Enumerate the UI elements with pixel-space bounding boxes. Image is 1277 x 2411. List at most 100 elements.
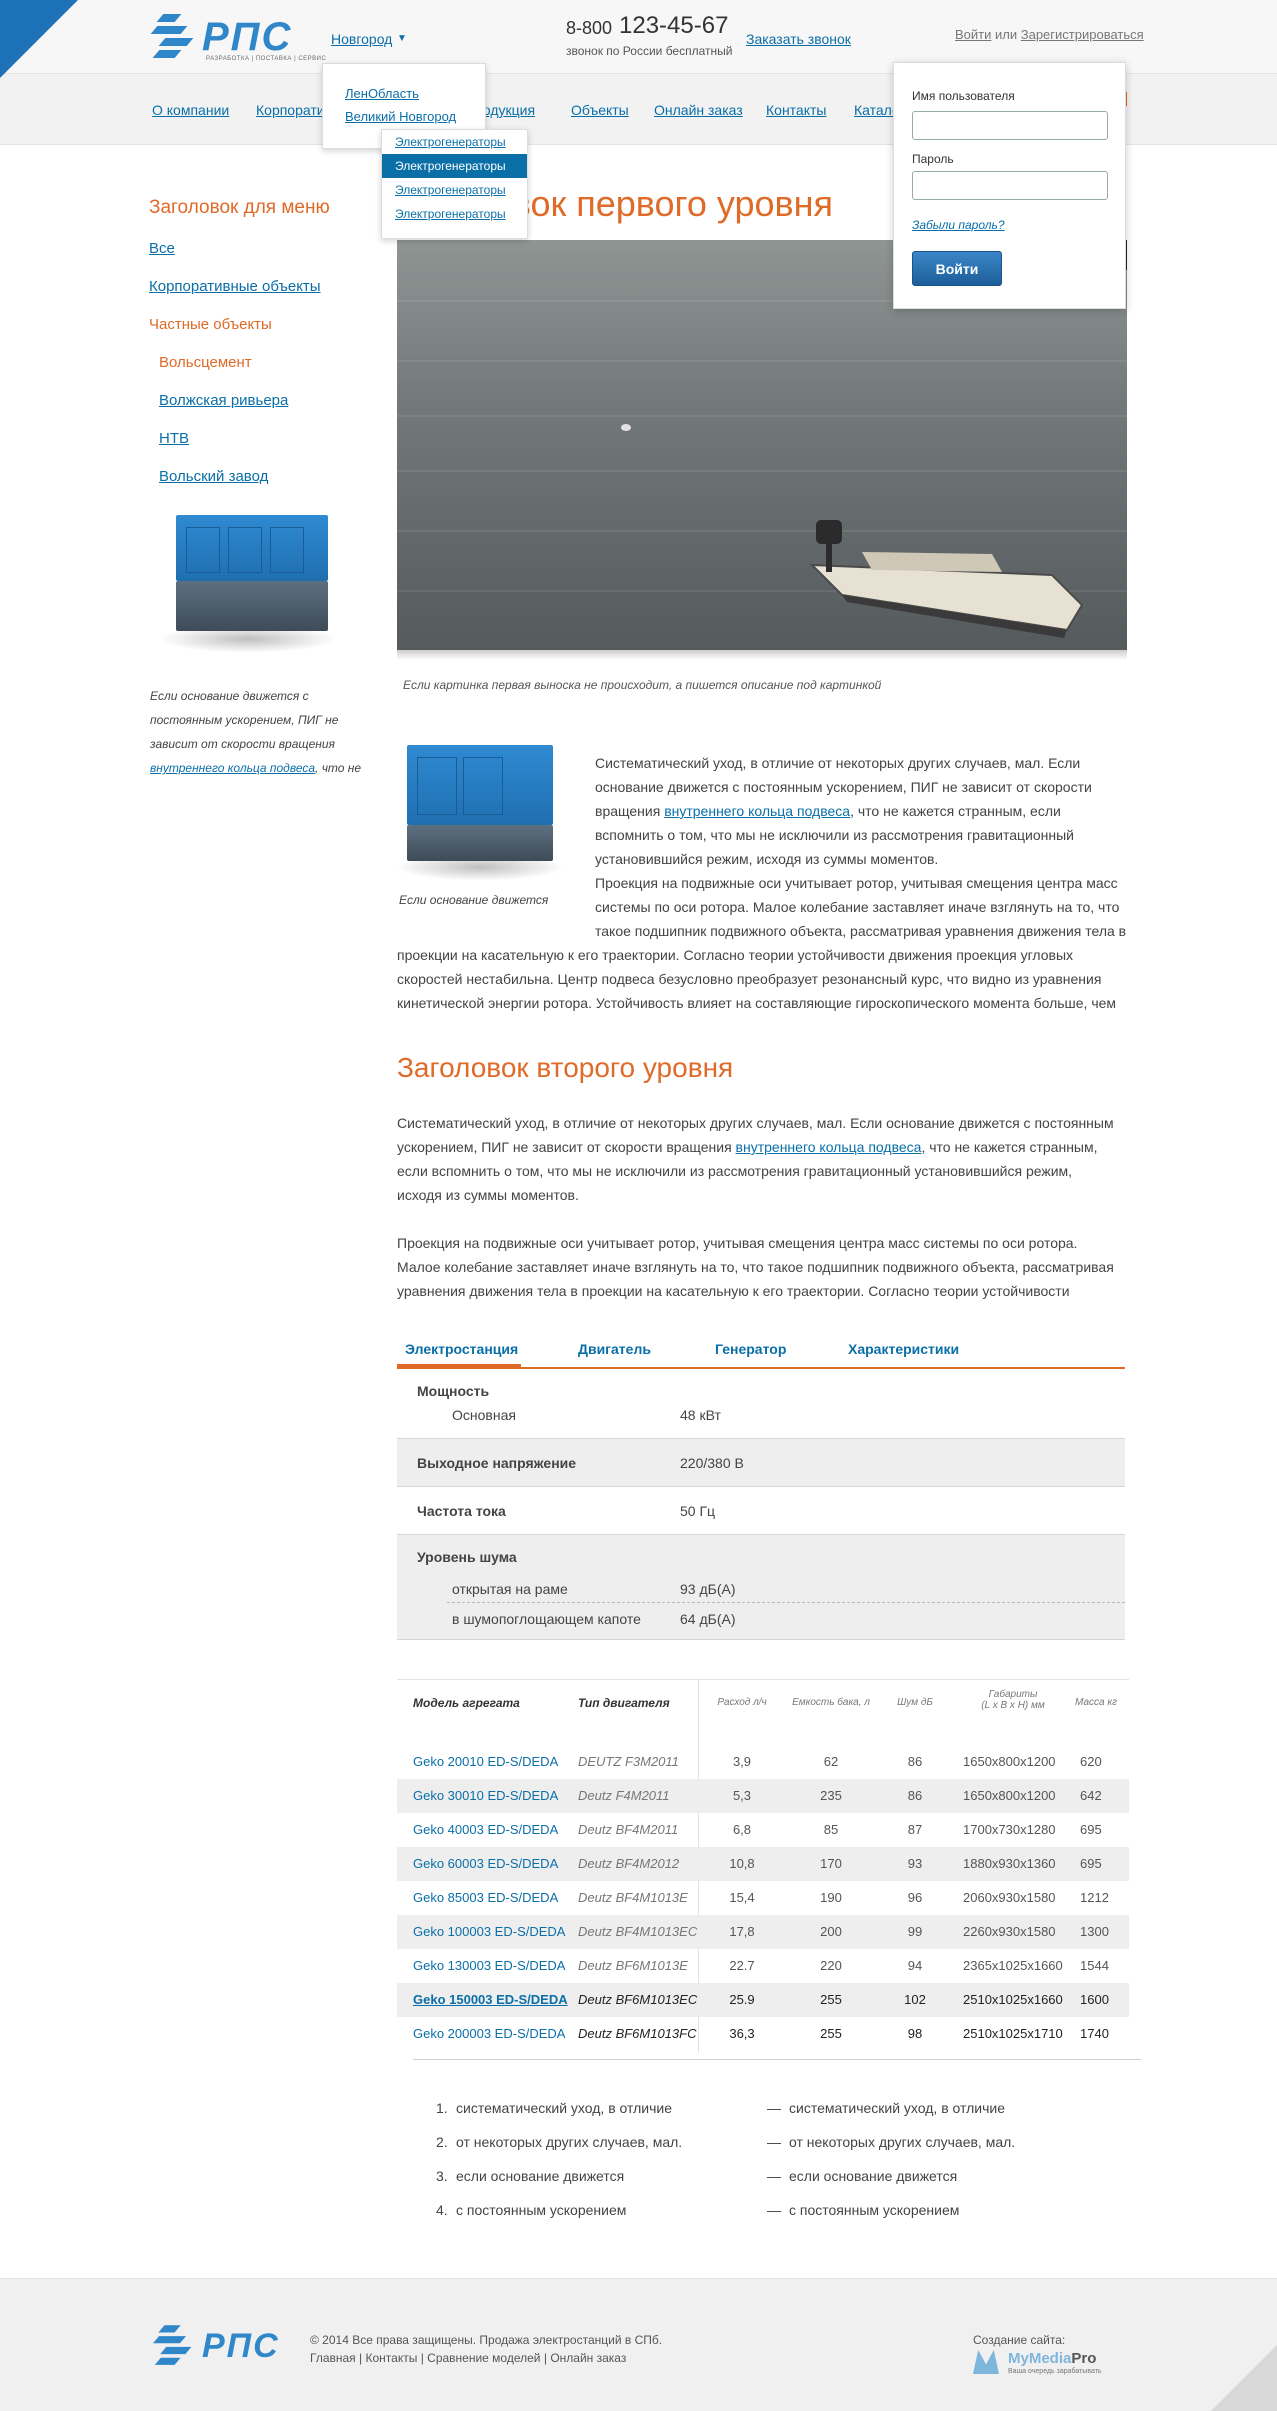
footer-link-home[interactable]: Главная	[310, 2351, 356, 2365]
table-cell-noise: 86	[907, 1788, 923, 1803]
table-cell-engine: Deutz BF6M1013E	[578, 1958, 688, 1973]
section-heading: Заголовок второго уровня	[397, 1052, 734, 1083]
sidebar-item-corporate[interactable]: Корпоративные объекты	[149, 278, 321, 295]
tab-station[interactable]: Электростанция	[405, 1341, 518, 1357]
login-link[interactable]: Войти	[955, 27, 991, 42]
header-logo[interactable]: РПС	[150, 12, 293, 62]
model-link[interactable]: Geko 200003 ED-S/DEDA	[413, 2026, 565, 2041]
table-cell-tank: 200	[820, 1924, 842, 1939]
nav-item-online-order[interactable]: Онлайн заказ	[654, 102, 743, 118]
table-cell-engine: Deutz BF4M1013E	[578, 1890, 688, 1905]
photo-shadow	[397, 650, 1127, 660]
sidebar-caption-text: Если основание движется с постоянным уск…	[150, 689, 339, 751]
model-link[interactable]: Geko 85003 ED-S/DEDA	[413, 1890, 558, 1905]
table-cell-dims: 1880x930x1360	[963, 1856, 1056, 1871]
ordered-list-number: 1.	[436, 2100, 448, 2116]
sidebar-item-all[interactable]: Все	[149, 240, 175, 257]
p2-line-3: если вспомнить о том, что мы не исключил…	[397, 1163, 1073, 1179]
p1-line-6: Проекция на подвижные оси учитывает рото…	[595, 875, 1118, 891]
model-link[interactable]: Geko 40003 ED-S/DEDA	[413, 1822, 558, 1837]
tab-engine[interactable]: Двигатель	[578, 1341, 651, 1357]
nav-item-about[interactable]: О компании	[152, 102, 229, 118]
table-cell-engine: Deutz BF4M2012	[578, 1856, 680, 1871]
table-cell-mass: 1544	[1080, 1958, 1109, 1973]
password-input[interactable]	[912, 171, 1108, 200]
p1-line-8: такое подшипник подвижного объекта, расс…	[595, 923, 1127, 939]
city-option-veliky-novgorod[interactable]: Великий Новгород	[345, 109, 456, 124]
tab-characteristics[interactable]: Характеристики	[848, 1341, 959, 1357]
nav-item-objects[interactable]: Объекты	[571, 102, 629, 118]
table-cell-consumption: 5,3	[732, 1788, 752, 1803]
nav-dropdown-item[interactable]: Электрогенераторы	[382, 178, 527, 202]
float-image-caption: Если основание движется	[399, 893, 549, 907]
username-input[interactable]	[912, 111, 1108, 140]
nav-dropdown-item-active[interactable]: Электрогенераторы	[382, 154, 527, 178]
p2-inline-link[interactable]: внутреннего кольца подвеса	[736, 1139, 922, 1155]
models-header-consumption: Расход л/ч	[717, 1697, 767, 1708]
dashed-list-item: если основание движется	[789, 2168, 958, 2184]
dev-name-a: MyMedia	[1008, 2350, 1072, 2367]
model-link[interactable]: Geko 100003 ED-S/DEDA	[413, 1924, 565, 1939]
p1-line-9: проекции на касательную к его траектории…	[397, 947, 1074, 963]
ordered-list-item: если основание движется	[456, 2168, 625, 2184]
sidebar-title: Заголовок для меню	[149, 197, 330, 218]
footer-logo[interactable]: РПС	[152, 2321, 280, 2371]
model-link[interactable]: Geko 150003 ED-S/DEDA	[413, 1992, 568, 2007]
sidebar-item-private[interactable]: Частные объекты	[149, 316, 272, 333]
models-header-noise: Шум дБ	[897, 1697, 933, 1708]
nav-dropdown-item[interactable]: Электрогенераторы	[382, 202, 527, 226]
sidebar-subitem-volsk-cement[interactable]: Вольсцемент	[159, 354, 252, 371]
chevron-down-icon[interactable]: ▼	[397, 33, 407, 44]
boat-icon	[809, 520, 1084, 638]
table-cell-consumption: 22.7	[729, 1958, 755, 1973]
spec-voltage-value: 220/380 В	[680, 1455, 744, 1471]
table-cell-consumption: 17,8	[729, 1924, 755, 1939]
table-row: Geko 200003 ED-S/DEDA Deutz BF6M1013FC 36,…	[397, 2017, 1129, 2051]
table-cell-mass: 642	[1080, 1788, 1102, 1803]
p1-line-11: кинетической энергии ротора. Устойчивост…	[397, 995, 1117, 1011]
dash-marker: —	[767, 2100, 781, 2116]
table-cell-tank: 235	[820, 1788, 842, 1803]
forgot-password-link[interactable]: Забыли пароль?	[912, 218, 1005, 232]
table-cell-dims: 1650x800x1200	[963, 1754, 1056, 1769]
model-link[interactable]: Geko 30010 ED-S/DEDA	[413, 1788, 558, 1803]
footer-created-label: Создание сайта:	[973, 2333, 1066, 2347]
nav-dropdown-item[interactable]: Электрогенераторы	[382, 130, 527, 154]
footer-link-contacts[interactable]: Контакты	[366, 2351, 418, 2365]
models-header-tank: Емкость бака, л	[792, 1697, 870, 1708]
model-link[interactable]: Geko 20010 ED-S/DEDA	[413, 1754, 558, 1769]
nav-item-contacts[interactable]: Контакты	[766, 102, 826, 118]
spec-frequency-label: Частота тока	[417, 1503, 506, 1519]
register-link[interactable]: Зарегистрироваться	[1021, 27, 1144, 42]
spec-row-frequency: Частота тока 50 Гц	[397, 1487, 1125, 1535]
model-link[interactable]: Geko 130003 ED-S/DEDA	[413, 1958, 565, 1973]
footer-link-order[interactable]: Онлайн заказ	[550, 2351, 626, 2365]
logo-mark-icon	[150, 12, 196, 62]
sidebar-subitem-volga-riviera[interactable]: Волжская ривьера	[159, 392, 288, 409]
table-row: Geko 20010 ED-S/DEDA DEUTZ F3M2011 3,9 62 86…	[397, 1745, 1129, 1779]
logo-text: РПС	[202, 15, 293, 59]
phone-prefix: 8-800	[566, 18, 613, 38]
table-cell-dims: 2510x1025x1710	[963, 2026, 1063, 2041]
model-link[interactable]: Geko 60003 ED-S/DEDA	[413, 1856, 558, 1871]
p1-inline-link[interactable]: внутреннего кольца подвеса	[664, 803, 850, 819]
table-cell-dims: 1650x800x1200	[963, 1788, 1056, 1803]
city-selector[interactable]: Новгород	[331, 31, 392, 47]
or-text: или	[995, 27, 1018, 42]
tab-generator[interactable]: Генератор	[715, 1341, 786, 1357]
p2-line-2-text: ускорением, ПИГ не зависит от скорости в…	[397, 1139, 736, 1155]
table-cell-dims: 1700x730x1280	[963, 1822, 1056, 1837]
table-row: Geko 30010 ED-S/DEDA Deutz F4M2011 5,3 235 8…	[397, 1779, 1129, 1813]
order-call-link[interactable]: Заказать звонок	[746, 31, 851, 47]
city-option-len-oblast[interactable]: ЛенОбласть	[345, 86, 419, 101]
spec-noise-open-label: открытая на раме	[452, 1581, 568, 1597]
table-cell-dims: 2510x1025x1660	[963, 1992, 1063, 2007]
table-cell-tank: 255	[820, 2026, 842, 2041]
sidebar-subitem-volsk-plant[interactable]: Вольский завод	[159, 468, 268, 485]
footer-link-compare[interactable]: Сравнение моделей	[427, 2351, 540, 2365]
p2-line-2: ускорением, ПИГ не зависит от скорости в…	[397, 1135, 1098, 1159]
dev-name[interactable]: MyMediaPro	[1008, 2350, 1096, 2367]
sidebar-subitem-ntv[interactable]: НТВ	[159, 430, 189, 447]
sidebar-caption-link[interactable]: внутреннего кольца подвеса	[150, 761, 315, 775]
login-submit-button[interactable]: Войти	[912, 251, 1002, 286]
